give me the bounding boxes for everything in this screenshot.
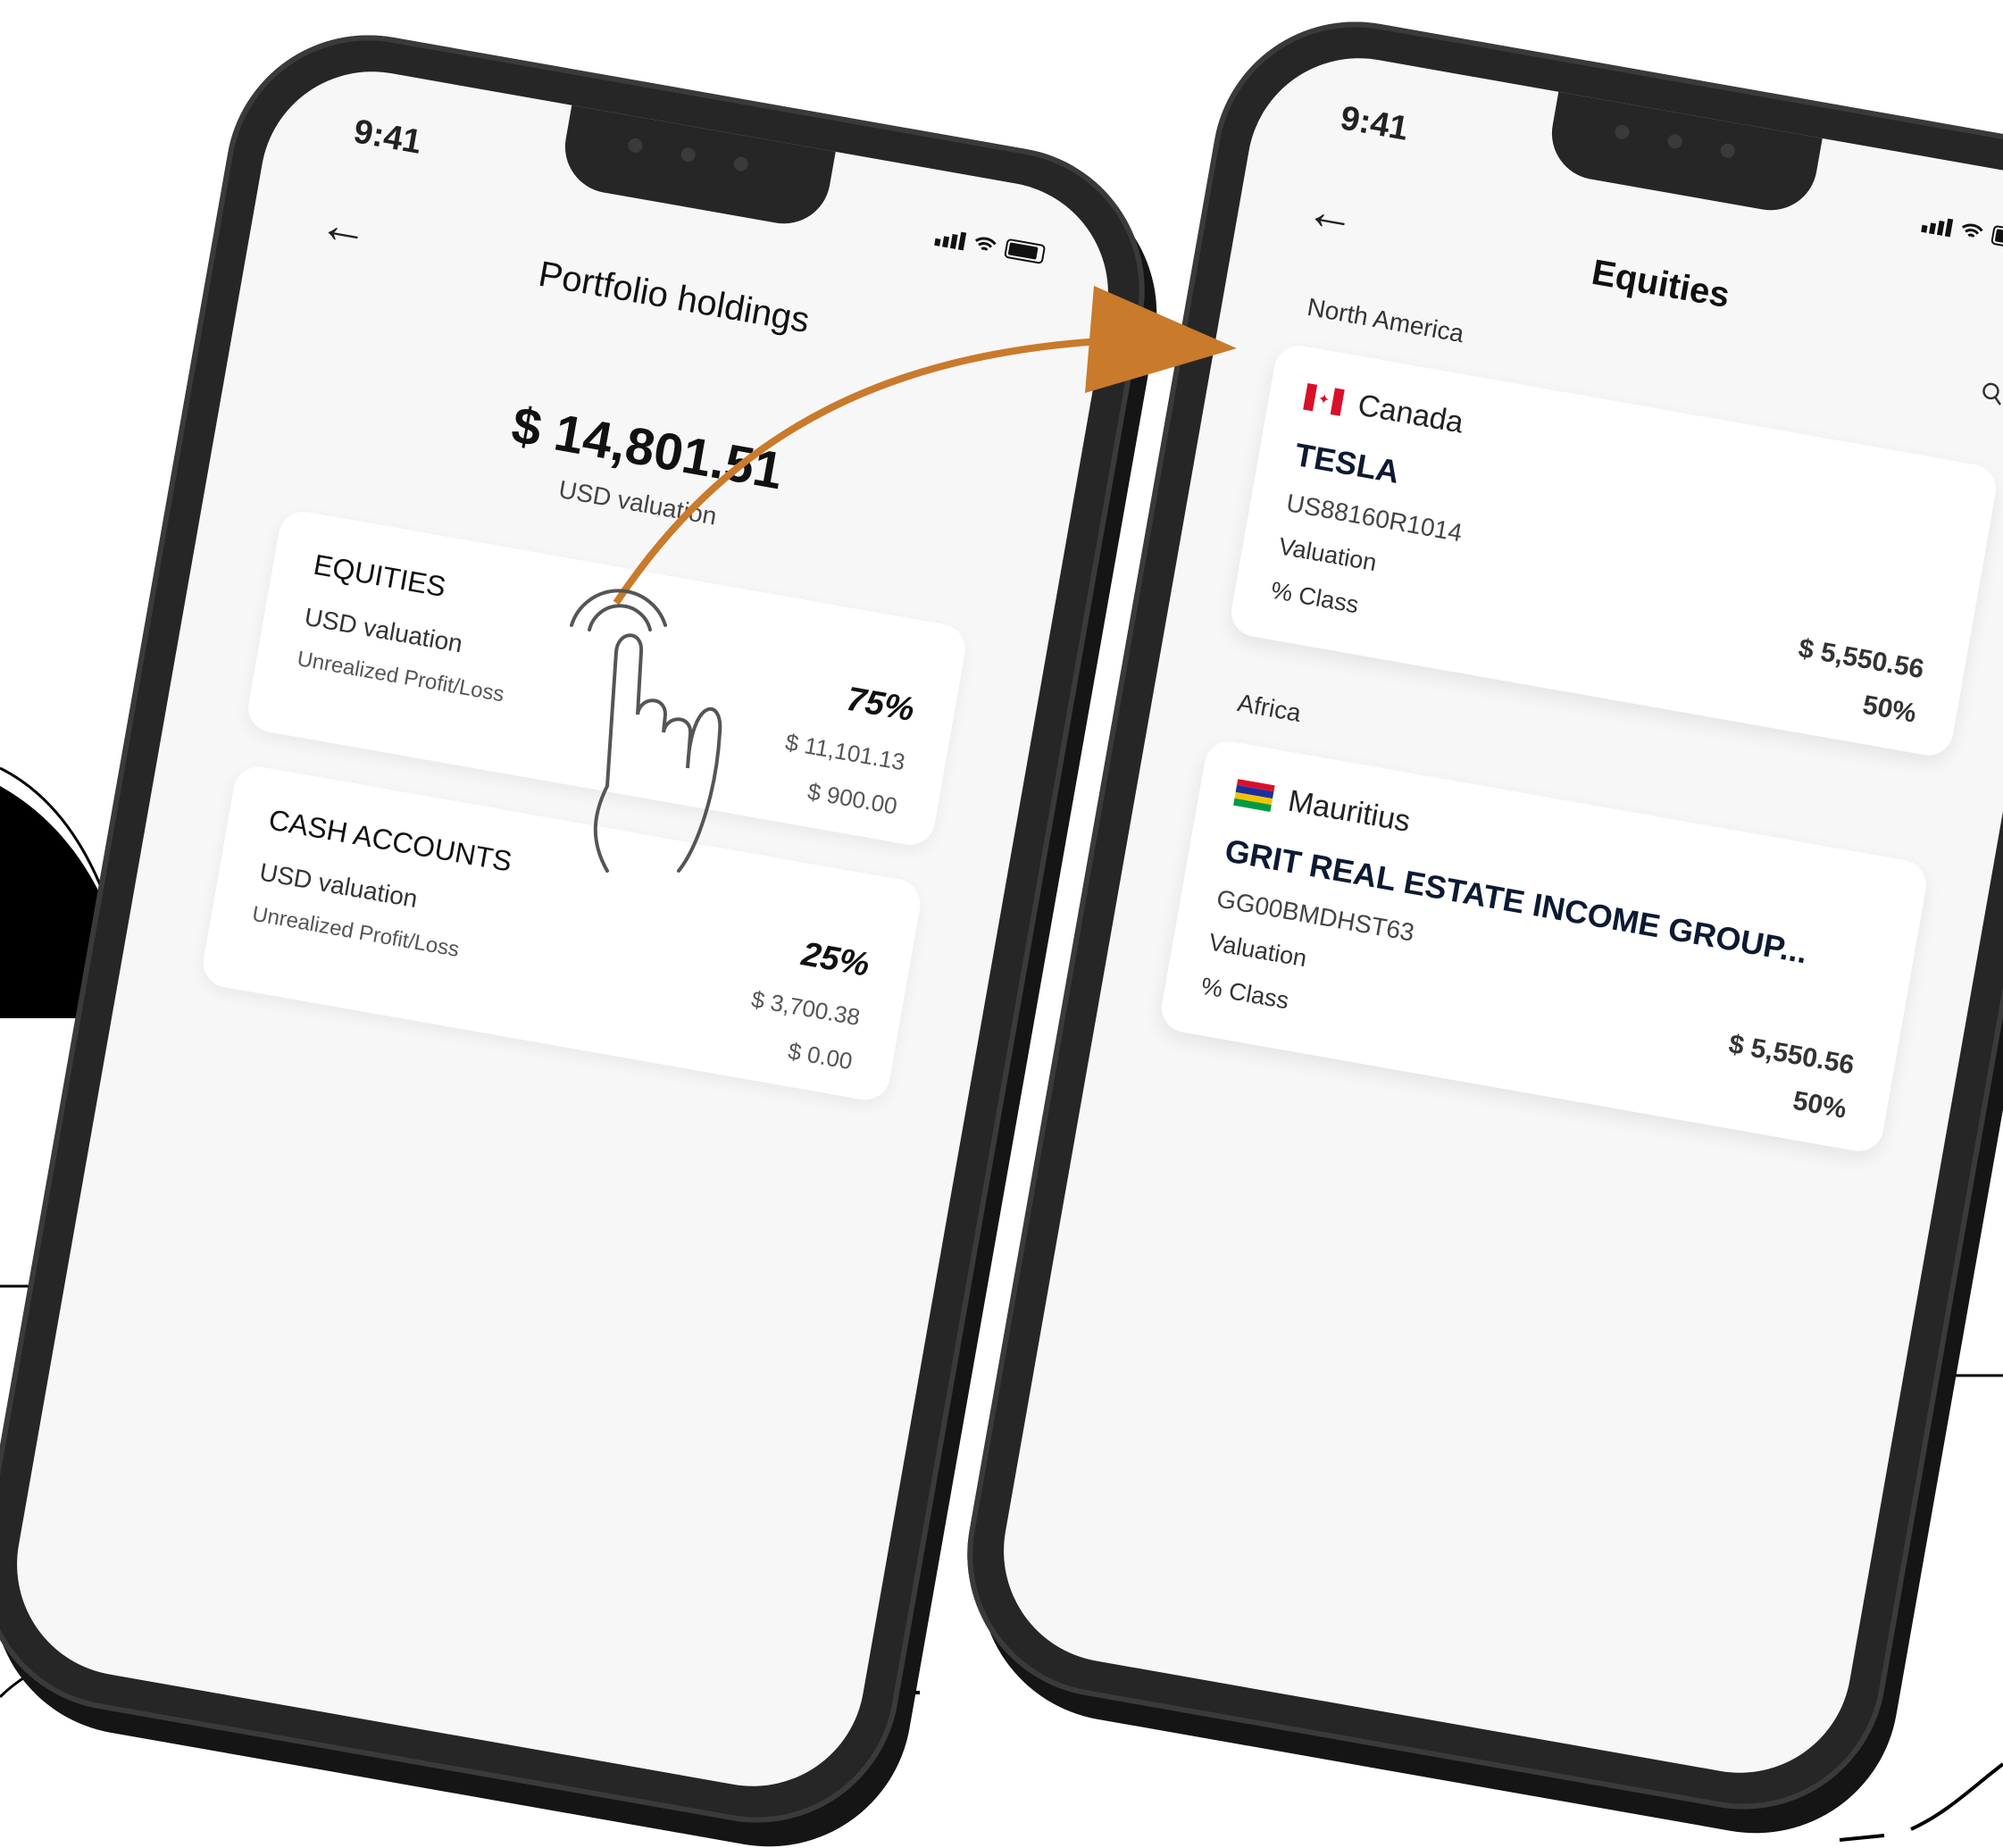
transition-arrow-icon (613, 286, 1237, 606)
tap-hand-icon (570, 589, 722, 873)
gesture-overlay (570, 286, 1237, 873)
